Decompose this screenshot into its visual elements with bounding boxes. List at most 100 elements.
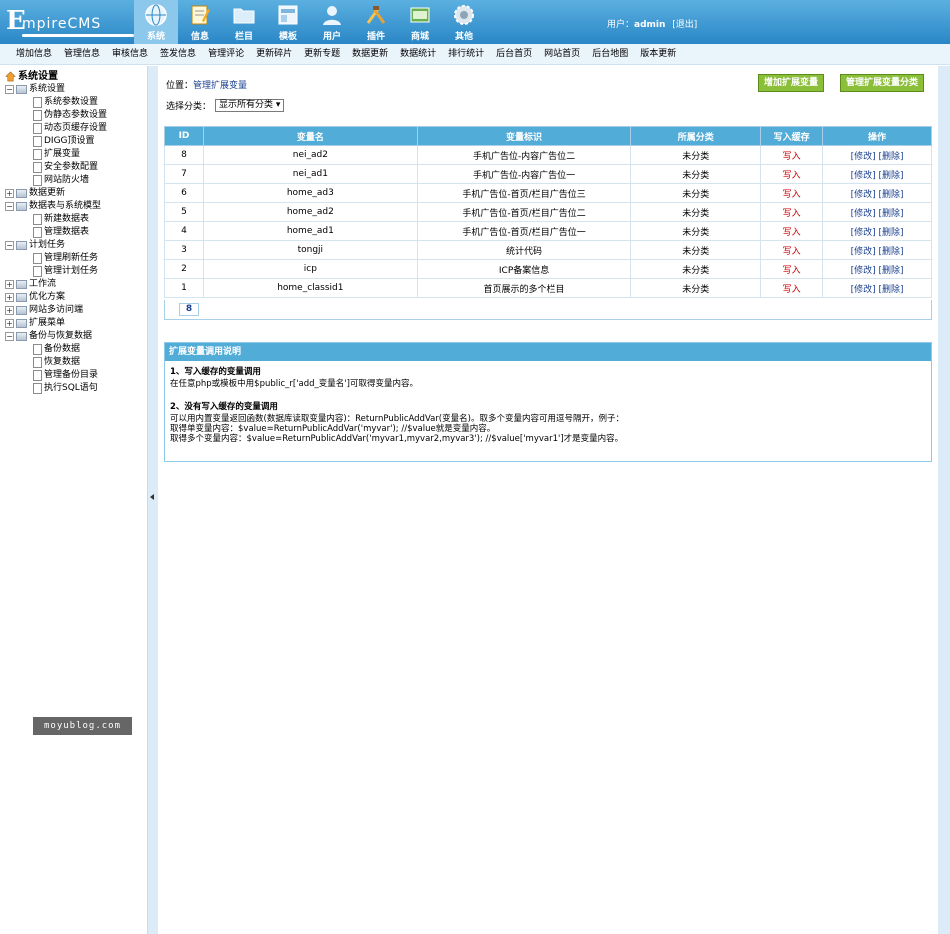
tree-node[interactable]: + 扩展菜单 [5, 317, 107, 330]
empirecms-logo[interactable]: E mpireCMS [6, 6, 134, 38]
nav-item-2[interactable]: 栏目 [222, 0, 266, 44]
actions-cell[interactable]: [修改] [删除] [822, 240, 932, 260]
manage-class-button[interactable]: 管理扩展变量分类 [840, 74, 925, 92]
nav-item-7[interactable]: 其他 [442, 0, 486, 44]
write-cache-link[interactable]: 写入 [760, 259, 824, 279]
table-row: 6 home_ad3 手机广告位-首页/栏目广告位三 未分类 写入 [修改] [删除] [164, 183, 932, 203]
expand-icon[interactable]: + [5, 280, 14, 289]
id-cell: 4 [164, 221, 204, 241]
class-cell: 未分类 [630, 202, 762, 222]
document-icon [33, 97, 42, 108]
actions-cell[interactable]: [修改] [删除] [822, 278, 932, 298]
quick-menu-item[interactable]: 更新碎片 [250, 44, 298, 64]
expand-icon[interactable]: + [5, 293, 14, 302]
edit-delete-links[interactable]: [修改] [删除] [851, 209, 904, 219]
actions-cell[interactable]: [修改] [删除] [822, 145, 932, 165]
add-variable-button[interactable]: 增加扩展变量 [758, 74, 825, 92]
edit-delete-links[interactable]: [修改] [删除] [851, 152, 904, 162]
edit-delete-links[interactable]: [修改] [删除] [851, 228, 904, 238]
class-cell: 未分类 [630, 164, 762, 184]
write-cache-link[interactable]: 写入 [760, 145, 824, 165]
actions-cell[interactable]: [修改] [删除] [822, 259, 932, 279]
nav-item-3[interactable]: 模板 [266, 0, 310, 44]
tree-leaf[interactable]: 管理计划任务 [5, 265, 107, 278]
quick-menu-item[interactable]: 审核信息 [106, 44, 154, 64]
write-cache-link[interactable]: 写入 [760, 221, 824, 241]
collapse-icon[interactable]: − [5, 241, 14, 250]
nav-label: 插件 [366, 32, 385, 42]
quick-menu-item[interactable]: 管理评论 [202, 44, 250, 64]
tree-leaf[interactable]: 管理数据表 [5, 226, 107, 239]
edit-delete-links[interactable]: [修改] [删除] [851, 247, 904, 257]
nav-item-1[interactable]: 信息 [178, 0, 222, 44]
tree-leaf[interactable]: 备份数据 [5, 343, 107, 356]
expand-icon[interactable]: + [5, 306, 14, 315]
tree-node[interactable]: − 备份与恢复数据 [5, 330, 107, 343]
category-select[interactable]: 显示所有分类 ▾ [215, 99, 285, 112]
actions-cell[interactable]: [修改] [删除] [822, 164, 932, 184]
collapse-icon[interactable]: − [5, 85, 14, 94]
quick-menu-item[interactable]: 更新专题 [298, 44, 346, 64]
tree-leaf[interactable]: DIGG顶设置 [5, 135, 107, 148]
write-cache-link[interactable]: 写入 [760, 202, 824, 222]
collapse-icon[interactable]: − [5, 332, 14, 341]
expand-icon[interactable]: + [5, 319, 14, 328]
edit-delete-links[interactable]: [修改] [删除] [851, 171, 904, 181]
actions-cell[interactable]: [修改] [删除] [822, 183, 932, 203]
write-cache-link[interactable]: 写入 [760, 164, 824, 184]
edit-delete-links[interactable]: [修改] [删除] [851, 266, 904, 276]
variables-table: ID 变量名 变量标识 所属分类 写入缓存 操作 8 nei_ad2 手机广告位-内容广告位二… [164, 126, 932, 298]
nav-item-4[interactable]: 用户 [310, 0, 354, 44]
logout-link[interactable]: [退出] [672, 20, 697, 30]
actions-cell[interactable]: [修改] [删除] [822, 221, 932, 241]
quick-menu-item[interactable]: 后台地图 [586, 44, 634, 64]
quick-menu-item[interactable]: 版本更新 [634, 44, 682, 64]
actions-cell[interactable]: [修改] [删除] [822, 202, 932, 222]
nav-item-5[interactable]: 插件 [354, 0, 398, 44]
nav-label: 模板 [278, 32, 297, 42]
page-number[interactable]: 8 [179, 303, 199, 316]
nav-item-0[interactable]: 系统 [134, 0, 178, 44]
settings-tree: 系统设置 − 系统设置 系统参数设置 伪静态参数设置 动态页缓存设置 DIGG顶设置 扩展变量… [5, 70, 107, 395]
collapse-arrow-icon[interactable] [150, 494, 154, 500]
tree-node[interactable]: + 优化方案 [5, 291, 107, 304]
notepad-icon [188, 3, 212, 27]
quick-menu-item[interactable]: 签发信息 [154, 44, 202, 64]
tree-leaf[interactable]: 新建数据表 [5, 213, 107, 226]
breadcrumb-link[interactable]: 管理扩展变量 [193, 81, 247, 91]
tree-leaf[interactable]: 管理备份目录 [5, 369, 107, 382]
tree-leaf[interactable]: 执行SQL语句 [5, 382, 107, 395]
tree-leaf[interactable]: 扩展变量 [5, 148, 107, 161]
tree-leaf[interactable]: 系统参数设置 [5, 96, 107, 109]
quick-menu-item[interactable]: 管理信息 [58, 44, 106, 64]
collapse-icon[interactable]: − [5, 202, 14, 211]
quick-menu-item[interactable]: 增加信息 [10, 44, 58, 64]
tree-leaf[interactable]: 网站防火墙 [5, 174, 107, 187]
tree-leaf[interactable]: 恢复数据 [5, 356, 107, 369]
tree-node[interactable]: − 系统设置 [5, 83, 107, 96]
tree-node[interactable]: + 网站多访问端 [5, 304, 107, 317]
tree-node[interactable]: − 数据表与系统模型 [5, 200, 107, 213]
tree-node[interactable]: + 数据更新 [5, 187, 107, 200]
quick-menu-item[interactable]: 数据统计 [394, 44, 442, 64]
write-cache-link[interactable]: 写入 [760, 240, 824, 260]
tree-root[interactable]: 系统设置 [5, 70, 107, 83]
quick-menu-item[interactable]: 排行统计 [442, 44, 490, 64]
tree-leaf[interactable]: 管理刷新任务 [5, 252, 107, 265]
quick-menu-item[interactable]: 后台首页 [490, 44, 538, 64]
expand-icon[interactable]: + [5, 189, 14, 198]
edit-delete-links[interactable]: [修改] [删除] [851, 190, 904, 200]
quick-menu-item[interactable]: 网站首页 [538, 44, 586, 64]
tree-leaf[interactable]: 伪静态参数设置 [5, 109, 107, 122]
help-section2-line2: 取得单变量内容：$value=ReturnPublicAddVar('myvar… [170, 424, 496, 434]
edit-delete-links[interactable]: [修改] [删除] [851, 285, 904, 295]
nav-item-6[interactable]: 商城 [398, 0, 442, 44]
tree-leaf[interactable]: 安全参数配置 [5, 161, 107, 174]
tree-node[interactable]: + 工作流 [5, 278, 107, 291]
write-cache-link[interactable]: 写入 [760, 183, 824, 203]
tree-leaf[interactable]: 动态页缓存设置 [5, 122, 107, 135]
write-cache-link[interactable]: 写入 [760, 278, 824, 298]
sidebar-splitter[interactable] [148, 66, 158, 934]
tree-node[interactable]: − 计划任务 [5, 239, 107, 252]
quick-menu-item[interactable]: 数据更新 [346, 44, 394, 64]
